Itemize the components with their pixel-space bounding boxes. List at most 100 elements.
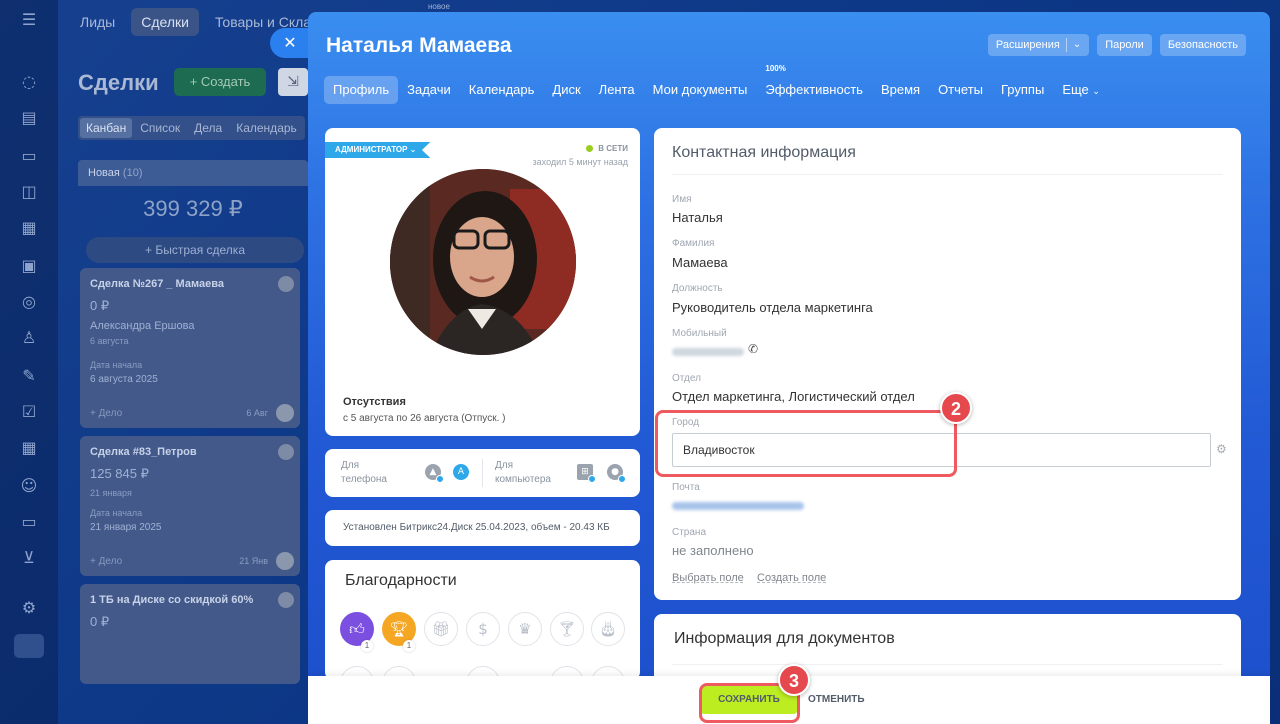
deal-add-activity[interactable]: + Дело xyxy=(90,556,122,567)
apps-card: Для телефона ▲ A Для компьютера ⊞ ● xyxy=(325,449,640,497)
deal-start-label: Дата начала xyxy=(90,360,143,370)
user-avatar[interactable] xyxy=(390,169,576,355)
tab-leads[interactable]: Лиды xyxy=(70,8,125,36)
menu-cart-icon[interactable]: ⊻ xyxy=(17,546,41,570)
create-field-link[interactable]: Создать поле xyxy=(757,572,826,584)
deal-amount: 0 ₽ xyxy=(90,298,110,313)
quick-deal-button[interactable]: + Быстрая сделка xyxy=(86,237,304,263)
view-activities[interactable]: Дела xyxy=(188,118,228,138)
tab-profile[interactable]: Профиль xyxy=(324,76,399,104)
filter-expand-icon[interactable]: ⇲ xyxy=(278,68,308,96)
view-calendar[interactable]: Календарь xyxy=(230,118,303,138)
absence-value: с 5 августа по 26 августа (Отпуск. ) xyxy=(343,413,506,424)
online-label: В СЕТИ xyxy=(598,144,628,153)
tab-groups[interactable]: Группы xyxy=(992,76,1053,104)
online-status: В СЕТИ xyxy=(586,144,628,153)
money-icon[interactable]: $ xyxy=(466,612,500,646)
tab-time[interactable]: Время xyxy=(872,76,929,104)
profile-card: АДМИНИСТРАТОР ⌄ В СЕТИ заходил 5 минут н… xyxy=(325,128,640,436)
extensions-button[interactable]: Расширения ⌄ xyxy=(987,34,1090,56)
menu-check-icon[interactable]: ☑ xyxy=(17,400,41,424)
menu-pen-icon[interactable]: ✎ xyxy=(17,364,41,388)
security-button[interactable]: Безопасность xyxy=(1159,34,1246,56)
avatar-photo xyxy=(390,169,576,355)
menu-icon-6[interactable]: ▣ xyxy=(17,254,41,278)
apps-divider xyxy=(482,459,483,487)
menu-card-icon[interactable]: ▭ xyxy=(17,510,41,534)
deal-card[interactable]: 1 ТБ на Диске со скидкой 60% 0 ₽ xyxy=(80,584,300,684)
country-value: не заполнено xyxy=(672,543,754,558)
tab-reports[interactable]: Отчеты xyxy=(929,76,992,104)
mobile-label: Мобильный xyxy=(672,328,727,339)
passwords-button[interactable]: Пароли xyxy=(1097,34,1152,56)
thanks-card: Благодарности 👍︎ 1 🏆︎ 1 🎁︎ $ ♛ 🍸︎ 🎂︎ xyxy=(325,560,640,680)
role-badge[interactable]: АДМИНИСТРАТОР ⌄ xyxy=(325,142,431,158)
menu-users-icon[interactable]: ♙ xyxy=(17,326,41,350)
view-list[interactable]: Список xyxy=(134,118,186,138)
deal-badge-icon xyxy=(278,592,294,608)
tab-efficiency[interactable]: 100% Эффективность xyxy=(756,64,872,104)
menu-icon-1[interactable]: ◌ xyxy=(17,70,41,94)
position-label: Должность xyxy=(672,283,723,294)
cocktail-icon[interactable]: 🍸︎ xyxy=(550,612,584,646)
tab-tasks[interactable]: Задачи xyxy=(398,76,460,104)
disk-card: Установлен Битрикс24.Диск 25.04.2023, об… xyxy=(325,510,640,546)
divider xyxy=(672,664,1223,665)
tab-efficiency-label: Эффективность xyxy=(765,82,863,97)
tab-disk[interactable]: Диск xyxy=(543,76,589,104)
select-field-link[interactable]: Выбрать поле xyxy=(672,572,744,584)
chevron-down-icon: ⌄ xyxy=(409,145,417,154)
last-name-label: Фамилия xyxy=(672,238,715,249)
menu-bot-icon[interactable]: ☺ xyxy=(17,474,41,498)
cake-icon[interactable]: 🎂︎ xyxy=(591,612,625,646)
last-name-value: Мамаева xyxy=(672,255,728,270)
deal-start: 21 января 2025 xyxy=(90,522,162,533)
gear-icon[interactable]: ⚙ xyxy=(1216,442,1227,456)
deal-start: 6 августа 2025 xyxy=(90,374,158,385)
chevron-down-icon: ⌄ xyxy=(1072,39,1082,50)
step-marker-2: 2 xyxy=(940,392,972,424)
menu-bottom-button[interactable] xyxy=(14,634,44,658)
email-value-blurred[interactable] xyxy=(672,502,804,510)
deal-avatar xyxy=(276,404,294,422)
menu-icon-2[interactable]: ▤ xyxy=(17,106,41,130)
ios-app-icon[interactable]: A xyxy=(453,464,469,480)
deal-add-activity[interactable]: + Дело xyxy=(90,408,122,419)
menu-icon-5[interactable]: ▦ xyxy=(17,216,41,240)
tab-feed[interactable]: Лента xyxy=(590,76,644,104)
deal-date: 6 августа xyxy=(90,336,129,346)
disk-info: Установлен Битрикс24.Диск 25.04.2023, об… xyxy=(343,522,610,533)
deal-date: 21 января xyxy=(90,488,132,498)
create-deal-button[interactable]: + Создать xyxy=(174,68,266,96)
deal-card[interactable]: Сделка #83_Петров 125 845 ₽ 21 января Да… xyxy=(80,436,300,576)
mobile-value-blurred xyxy=(672,348,744,356)
deal-card[interactable]: Сделка №267 _ Мамаева 0 ₽ Александра Ерш… xyxy=(80,268,300,428)
close-slider-button[interactable]: ✕ xyxy=(270,28,310,58)
menu-calendar-icon[interactable]: ▦ xyxy=(17,436,41,460)
cancel-button[interactable]: ОТМЕНИТЬ xyxy=(808,686,865,714)
tab-deals[interactable]: Сделки xyxy=(131,8,199,36)
thanks-count: 1 xyxy=(361,640,373,652)
kanban-column-header: Новая (10) xyxy=(78,160,308,186)
deal-start-label: Дата начала xyxy=(90,508,143,518)
phone-icon[interactable]: ✆ xyxy=(748,342,758,356)
menu-chat-icon[interactable]: ▭ xyxy=(17,144,41,168)
crown-icon[interactable]: ♛ xyxy=(508,612,542,646)
deal-title: Сделка №267 _ Мамаева xyxy=(90,278,224,290)
gift-icon[interactable]: 🎁︎ xyxy=(424,612,458,646)
view-kanban[interactable]: Канбан xyxy=(80,118,133,138)
menu-hamburger-icon[interactable]: ☰ xyxy=(17,8,41,32)
tab-more[interactable]: Еще ⌄ xyxy=(1053,76,1109,104)
menu-target-icon[interactable]: ◎ xyxy=(17,290,41,314)
tab-my-documents[interactable]: Мои документы xyxy=(644,76,757,104)
menu-settings-icon[interactable]: ⚙ xyxy=(17,596,41,620)
city-highlight xyxy=(655,410,957,477)
deal-avatar xyxy=(276,552,294,570)
menu-icon-4[interactable]: ◫ xyxy=(17,180,41,204)
user-name-title: Наталья Мамаева xyxy=(326,34,512,57)
first-name-label: Имя xyxy=(672,194,692,205)
tab-calendar[interactable]: Календарь xyxy=(460,76,544,104)
online-dot-icon xyxy=(586,145,594,152)
column-count: (10) xyxy=(122,167,143,179)
deal-amount: 0 ₽ xyxy=(90,614,110,629)
